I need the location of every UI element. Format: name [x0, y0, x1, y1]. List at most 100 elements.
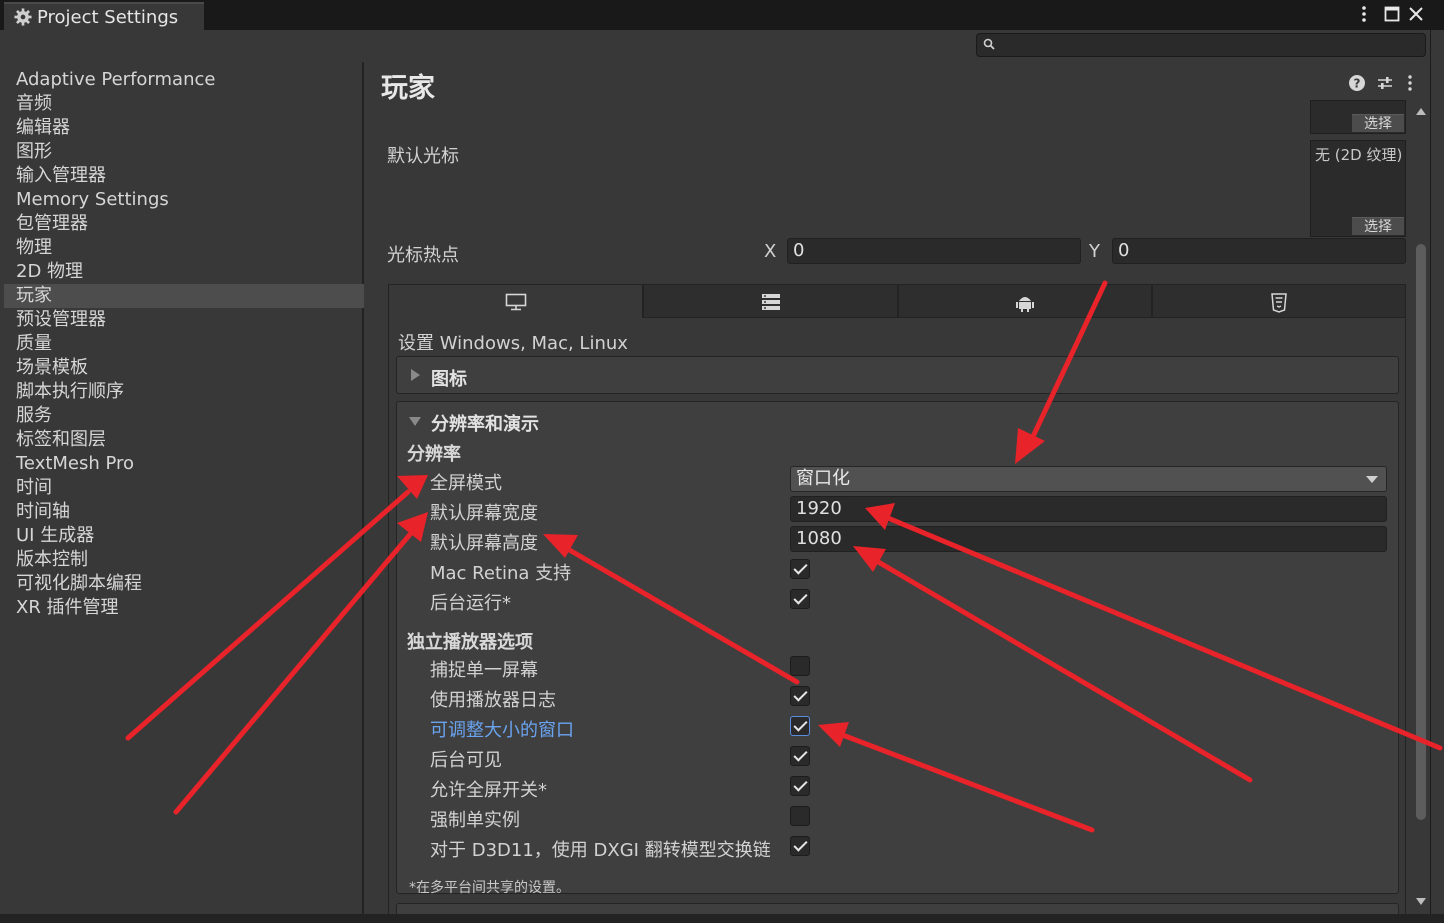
- use-player-log-label: 使用播放器日志: [430, 690, 556, 711]
- tab-dedicated-server[interactable]: [643, 284, 898, 318]
- default-cursor-label: 默认光标: [387, 146, 459, 167]
- scroll-down-icon[interactable]: [1416, 898, 1426, 905]
- dxgi-flip-model-checkbox[interactable]: [790, 836, 810, 856]
- default-height-label: 默认屏幕高度: [430, 533, 538, 554]
- sidebar-item-memory-settings[interactable]: Memory Settings: [4, 188, 364, 212]
- settings-main-panel: 玩家 ? 选择 默认光标 无 (2D 纹理) 选择 光标热点 X 0 Y 0 设…: [366, 62, 1430, 914]
- select-button[interactable]: 选择: [1352, 114, 1404, 132]
- default-cursor-value: 无 (2D 纹理): [1315, 146, 1403, 164]
- settings-sidebar: Adaptive Performance 音频 编辑器 图形 输入管理器 Mem…: [4, 62, 364, 914]
- sidebar-item-visual-scripting[interactable]: 可视化脚本编程: [4, 572, 364, 596]
- tab-android[interactable]: [898, 284, 1152, 318]
- close-icon[interactable]: [1408, 6, 1424, 22]
- sidebar-item-preset-manager[interactable]: 预设管理器: [4, 308, 364, 332]
- shared-settings-note: *在多平台间共享的设置。: [409, 880, 570, 896]
- search-icon: [983, 38, 995, 50]
- sidebar-item-time[interactable]: 时间: [4, 476, 364, 500]
- bottom-border: [0, 914, 1444, 923]
- kebab-menu-icon[interactable]: [1357, 5, 1371, 23]
- help-icon[interactable]: ?: [1348, 74, 1366, 92]
- standalone-player-options-header: 独立播放器选项: [407, 632, 533, 653]
- project-settings-window: Project Settings Adaptive Performance 音频…: [0, 0, 1444, 923]
- foldout-collapsed-icon: [411, 369, 420, 381]
- platform-tabs: [388, 284, 1406, 318]
- sidebar-item-editor[interactable]: 编辑器: [4, 116, 364, 140]
- platform-header: 设置 Windows, Mac, Linux: [398, 333, 628, 354]
- monitor-icon: [505, 293, 526, 311]
- chevron-down-icon: [1366, 476, 1378, 483]
- force-single-instance-label: 强制单实例: [430, 810, 520, 831]
- resolution-section-title: 分辨率和演示: [431, 414, 539, 435]
- fullscreen-mode-dropdown[interactable]: 窗口化: [790, 466, 1387, 492]
- sidebar-item-input-manager[interactable]: 输入管理器: [4, 164, 364, 188]
- sidebar-item-audio[interactable]: 音频: [4, 92, 364, 116]
- sidebar-item-version-control[interactable]: 版本控制: [4, 548, 364, 572]
- html5-icon: [1271, 293, 1287, 313]
- sidebar-item-adaptive-performance[interactable]: Adaptive Performance: [4, 68, 364, 92]
- scrollbar-thumb[interactable]: [1416, 244, 1426, 820]
- fullscreen-mode-label: 全屏模式: [430, 473, 502, 494]
- tab-standalone[interactable]: [388, 284, 643, 318]
- resizable-window-label: 可调整大小的窗口: [430, 720, 574, 741]
- icon-section-title: 图标: [431, 369, 467, 390]
- sidebar-item-xr-plugin-management[interactable]: XR 插件管理: [4, 596, 364, 620]
- window-tab[interactable]: Project Settings: [4, 2, 204, 32]
- android-icon: [1016, 297, 1034, 312]
- sidebar-item-graphics[interactable]: 图形: [4, 140, 364, 164]
- sidebar-item-physics-2d[interactable]: 2D 物理: [4, 260, 364, 284]
- more-options-icon[interactable]: [1406, 74, 1414, 92]
- sidebar-item-script-execution-order[interactable]: 脚本执行顺序: [4, 380, 364, 404]
- svg-text:?: ?: [1354, 77, 1361, 91]
- fullscreen-mode-value: 窗口化: [796, 468, 850, 489]
- foldout-expanded-icon[interactable]: [409, 417, 421, 426]
- hotspot-x-label: X: [764, 241, 777, 262]
- page-title: 玩家: [381, 73, 435, 104]
- maximize-icon[interactable]: [1384, 6, 1400, 22]
- default-width-label: 默认屏幕宽度: [430, 503, 538, 524]
- allow-fullscreen-switch-checkbox[interactable]: [790, 776, 810, 796]
- sidebar-item-services[interactable]: 服务: [4, 404, 364, 428]
- hotspot-x-field[interactable]: 0: [787, 238, 1081, 264]
- tab-webgl[interactable]: [1152, 284, 1406, 318]
- window-title: Project Settings: [37, 7, 179, 28]
- adjacent-panel-edge: [1430, 30, 1444, 923]
- hotspot-y-label: Y: [1089, 241, 1100, 262]
- capture-single-screen-checkbox[interactable]: [790, 656, 810, 676]
- gear-icon: [14, 8, 32, 26]
- sidebar-item-scene-template[interactable]: 场景模板: [4, 356, 364, 380]
- search-input[interactable]: [1001, 35, 1411, 55]
- search-box[interactable]: [976, 33, 1426, 57]
- mac-retina-checkbox[interactable]: [790, 559, 810, 579]
- sidebar-item-quality[interactable]: 质量: [4, 332, 364, 356]
- cursor-hotspot-label: 光标热点: [387, 245, 459, 266]
- allow-fullscreen-switch-label: 允许全屏开关*: [430, 780, 547, 801]
- texture-slot-above[interactable]: 选择: [1310, 100, 1406, 134]
- sidebar-item-player[interactable]: 玩家: [4, 284, 364, 308]
- sidebar-item-timeline[interactable]: 时间轴: [4, 500, 364, 524]
- visible-in-background-checkbox[interactable]: [790, 746, 810, 766]
- hotspot-y-field[interactable]: 0: [1112, 238, 1406, 264]
- next-foldout[interactable]: [396, 903, 1399, 914]
- title-bar: Project Settings: [0, 0, 1444, 32]
- force-single-instance-checkbox[interactable]: [790, 806, 810, 826]
- icon-foldout[interactable]: 图标: [396, 356, 1399, 394]
- resolution-subheader: 分辨率: [407, 444, 461, 465]
- sidebar-item-package-manager[interactable]: 包管理器: [4, 212, 364, 236]
- default-height-field[interactable]: 1080: [790, 526, 1387, 552]
- scroll-up-icon[interactable]: [1416, 108, 1426, 115]
- capture-single-screen-label: 捕捉单一屏幕: [430, 660, 538, 681]
- run-in-background-checkbox[interactable]: [790, 589, 810, 609]
- mac-retina-label: Mac Retina 支持: [430, 563, 572, 584]
- default-cursor-slot[interactable]: 无 (2D 纹理) 选择: [1310, 140, 1406, 237]
- default-width-field[interactable]: 1920: [790, 496, 1387, 522]
- preset-sliders-icon[interactable]: [1376, 74, 1394, 92]
- dxgi-flip-model-label: 对于 D3D11，使用 DXGI 翻转模型交换链: [430, 840, 771, 861]
- cursor-select-button[interactable]: 选择: [1352, 217, 1404, 235]
- vertical-scrollbar[interactable]: [1412, 100, 1430, 914]
- use-player-log-checkbox[interactable]: [790, 686, 810, 706]
- sidebar-item-tags-and-layers[interactable]: 标签和图层: [4, 428, 364, 452]
- resizable-window-checkbox[interactable]: [790, 716, 810, 736]
- sidebar-item-physics[interactable]: 物理: [4, 236, 364, 260]
- sidebar-item-ui-builder[interactable]: UI 生成器: [4, 524, 364, 548]
- sidebar-item-textmesh-pro[interactable]: TextMesh Pro: [4, 452, 364, 476]
